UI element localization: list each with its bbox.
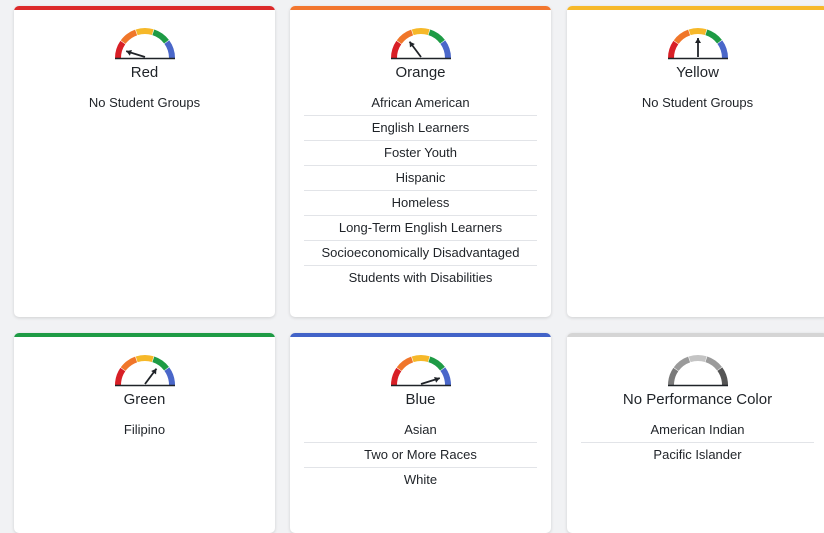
gauge-segment xyxy=(716,40,728,59)
list-item: No Student Groups xyxy=(88,95,201,110)
gauge-segment xyxy=(120,356,137,372)
gauge-segment xyxy=(688,28,707,36)
card-orange: Orange African American English Learners… xyxy=(290,6,551,317)
card-title: Orange xyxy=(395,64,446,81)
gauge-segment xyxy=(411,28,430,36)
card-title: No Performance Color xyxy=(622,391,773,408)
group-list: No Student Groups xyxy=(28,91,261,115)
gauge-segment xyxy=(390,40,401,59)
gauge-segment xyxy=(411,355,430,363)
card-title: Yellow xyxy=(676,64,719,81)
group-list: American Indian Pacific Islander xyxy=(581,418,814,467)
gauge-segment xyxy=(396,356,413,372)
card-color-bar xyxy=(567,333,824,337)
gauge-segment xyxy=(114,367,125,386)
gauge-segment xyxy=(716,367,728,386)
gauge-segment xyxy=(114,40,125,59)
list-item: White xyxy=(403,472,438,487)
list-item: American Indian xyxy=(581,418,814,443)
gauge-segment xyxy=(151,29,169,44)
card-color-bar xyxy=(14,333,275,337)
gauge-segment xyxy=(163,367,175,386)
gauge-segment xyxy=(390,367,401,386)
card-color-bar xyxy=(290,6,551,10)
list-item: Filipino xyxy=(123,422,166,437)
card-color-bar xyxy=(567,6,824,10)
list-item: Hispanic xyxy=(304,166,537,191)
gauge-segment xyxy=(135,355,154,363)
gauge-segment xyxy=(163,40,175,59)
list-item: English Learners xyxy=(304,116,537,141)
gauge-segment xyxy=(439,40,451,59)
gauge-segment xyxy=(396,29,413,45)
card-color-bar xyxy=(14,6,275,10)
card-title: Blue xyxy=(405,391,436,408)
list-item: Long-Term English Learners xyxy=(304,216,537,241)
gauge-green-icon xyxy=(114,355,175,387)
card-red: Red No Student Groups xyxy=(14,6,275,317)
card-title: Green xyxy=(123,391,166,408)
list-item: Pacific Islander xyxy=(653,447,742,462)
list-item: Homeless xyxy=(304,191,537,216)
gauge-segment xyxy=(673,29,690,45)
gauge-segment xyxy=(667,367,678,386)
gauge-segment xyxy=(688,355,707,363)
gauge-segment xyxy=(427,29,445,44)
gauge-segment xyxy=(439,367,451,386)
group-list: Asian Two or More Races White xyxy=(304,418,537,492)
list-item: Asian xyxy=(304,418,537,443)
gauge-segment xyxy=(673,356,690,372)
group-list: African American English Learners Foster… xyxy=(304,91,537,290)
group-list: No Student Groups xyxy=(581,91,814,115)
card-title: Red xyxy=(130,64,159,81)
gauge-segment xyxy=(704,356,722,371)
list-item: African American xyxy=(304,91,537,116)
gauge-segment xyxy=(704,29,722,44)
list-item: No Student Groups xyxy=(641,95,754,110)
gauge-yellow-icon xyxy=(667,28,728,60)
list-item: Students with Disabilities xyxy=(348,270,493,285)
gauge-segment xyxy=(667,40,678,59)
gauge-blue-icon xyxy=(390,355,451,387)
gauge-needle-head xyxy=(694,38,701,43)
gauge-gray-icon xyxy=(667,355,728,387)
list-item: Socioeconomically Disadvantaged xyxy=(304,241,537,266)
gauge-segment xyxy=(427,356,445,371)
gauge-segment xyxy=(135,28,154,36)
card-yellow: Yellow No Student Groups xyxy=(567,6,824,317)
card-color-bar xyxy=(290,333,551,337)
list-item: Two or More Races xyxy=(304,443,537,468)
list-item: Foster Youth xyxy=(304,141,537,166)
gauge-segment xyxy=(120,29,137,45)
group-list: Filipino xyxy=(28,418,261,442)
card-blue: Blue Asian Two or More Races White xyxy=(290,333,551,533)
card-green: Green Filipino xyxy=(14,333,275,533)
gauge-segment xyxy=(151,356,169,371)
gauge-orange-icon xyxy=(390,28,451,60)
gauge-red-icon xyxy=(114,28,175,60)
card-no-performance-color: No Performance Color American Indian Pac… xyxy=(567,333,824,533)
